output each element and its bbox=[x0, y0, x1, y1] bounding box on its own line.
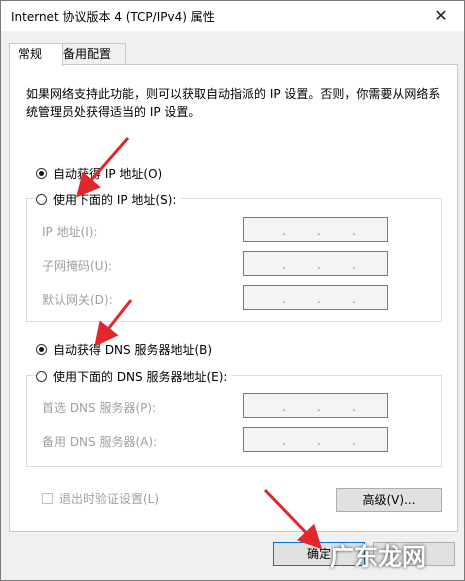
validate-checkbox-row[interactable]: 退出时验证设置(L) bbox=[42, 490, 159, 507]
subnet-mask-label: 子网掩码(U): bbox=[42, 259, 113, 273]
description-text: 如果网络支持此功能，则可以获取自动指派的 IP 设置。否则，你需要从网络系统管理… bbox=[26, 87, 441, 119]
validate-checkbox[interactable] bbox=[42, 493, 53, 504]
close-icon[interactable]: ✕ bbox=[426, 4, 456, 28]
tab-alternate-config[interactable]: 备用配置 bbox=[54, 43, 126, 66]
tab-general[interactable]: 常规 bbox=[9, 43, 63, 67]
manual-ip-radio-row[interactable]: 使用下面的 IP 地址(S): bbox=[36, 191, 181, 208]
default-gateway-label: 默认网关(D): bbox=[42, 293, 113, 307]
auto-dns-radio[interactable] bbox=[36, 344, 47, 355]
advanced-button[interactable]: 高级(V)... bbox=[336, 488, 442, 512]
auto-ip-radio[interactable] bbox=[36, 168, 47, 179]
default-gateway-input[interactable]: ... bbox=[243, 285, 388, 310]
ip-address-label: IP 地址(I): bbox=[42, 225, 98, 239]
auto-dns-label: 自动获得 DNS 服务器地址(B) bbox=[53, 343, 213, 357]
general-panel: 如果网络支持此功能，则可以获取自动指派的 IP 设置。否则，你需要从网络系统管理… bbox=[9, 64, 458, 532]
auto-ip-radio-row[interactable]: 自动获得 IP 地址(O) bbox=[36, 165, 162, 182]
validate-label: 退出时验证设置(L) bbox=[59, 492, 160, 506]
auto-ip-label: 自动获得 IP 地址(O) bbox=[53, 167, 163, 181]
ip-address-input[interactable]: ... bbox=[243, 217, 388, 242]
auto-dns-radio-row[interactable]: 自动获得 DNS 服务器地址(B) bbox=[36, 341, 212, 358]
manual-ip-label: 使用下面的 IP 地址(S): bbox=[53, 193, 177, 207]
manual-dns-radio-row[interactable]: 使用下面的 DNS 服务器地址(E): bbox=[36, 368, 232, 385]
preferred-dns-label: 首选 DNS 服务器(P): bbox=[42, 401, 157, 415]
alternate-dns-input[interactable]: ... bbox=[243, 427, 388, 452]
alternate-dns-label: 备用 DNS 服务器(A): bbox=[42, 435, 158, 449]
preferred-dns-input[interactable]: ... bbox=[243, 393, 388, 418]
title-bar: Internet 协议版本 4 (TCP/IPv4) 属性 ✕ bbox=[1, 1, 464, 31]
dialog-window: Internet 协议版本 4 (TCP/IPv4) 属性 ✕ 常规 备用配置 … bbox=[0, 0, 465, 581]
watermark-logo: 广东龙网 bbox=[330, 543, 426, 571]
window-title: Internet 协议版本 4 (TCP/IPv4) 属性 bbox=[11, 10, 215, 24]
manual-dns-radio[interactable] bbox=[36, 371, 47, 382]
manual-dns-group bbox=[26, 375, 442, 467]
subnet-mask-input[interactable]: ... bbox=[243, 251, 388, 276]
manual-dns-label: 使用下面的 DNS 服务器地址(E): bbox=[53, 370, 228, 384]
manual-ip-radio[interactable] bbox=[36, 194, 47, 205]
